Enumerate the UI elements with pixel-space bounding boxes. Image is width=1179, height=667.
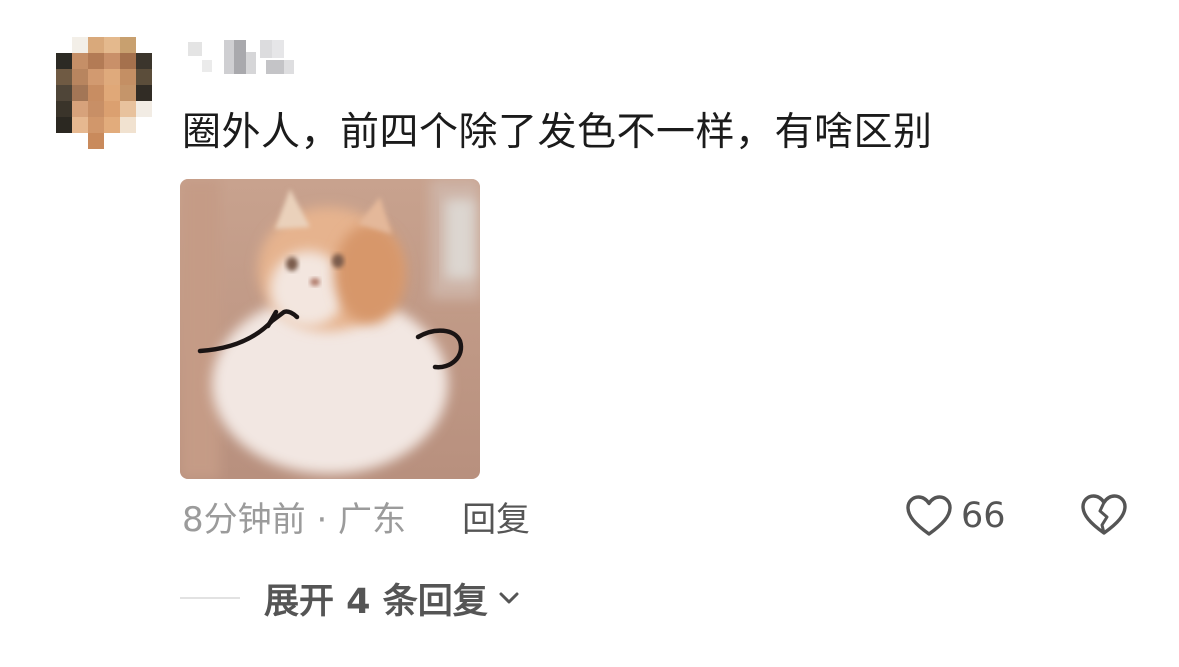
- blurred-username-icon: [188, 40, 294, 74]
- divider-line: [180, 597, 240, 599]
- comment-text: 圈外人，前四个除了发色不一样，有啥区别: [182, 110, 933, 155]
- dislike-button[interactable]: [1080, 493, 1128, 537]
- like-button[interactable]: 66: [905, 493, 1006, 539]
- username[interactable]: [186, 38, 296, 76]
- broken-heart-icon: [1081, 494, 1127, 535]
- time-location: 8分钟前 · 广东: [182, 499, 407, 540]
- chevron-down-icon: [498, 591, 520, 605]
- expand-replies-label: 展开 4 条回复: [264, 581, 488, 622]
- cat-meme-image-icon: [180, 179, 480, 479]
- comment-meta-row: 8分钟前 · 广东 回复: [182, 495, 530, 540]
- pixelated-avatar-icon: [56, 37, 152, 149]
- reply-button[interactable]: 回复: [462, 492, 530, 541]
- comment-image[interactable]: [180, 179, 480, 479]
- heart-outline-icon: [906, 495, 952, 536]
- expand-replies-row: 展开 4 条回复: [180, 573, 520, 624]
- avatar[interactable]: [56, 37, 152, 149]
- expand-replies-button[interactable]: 展开 4 条回复: [264, 573, 520, 624]
- like-count: 66: [961, 496, 1006, 536]
